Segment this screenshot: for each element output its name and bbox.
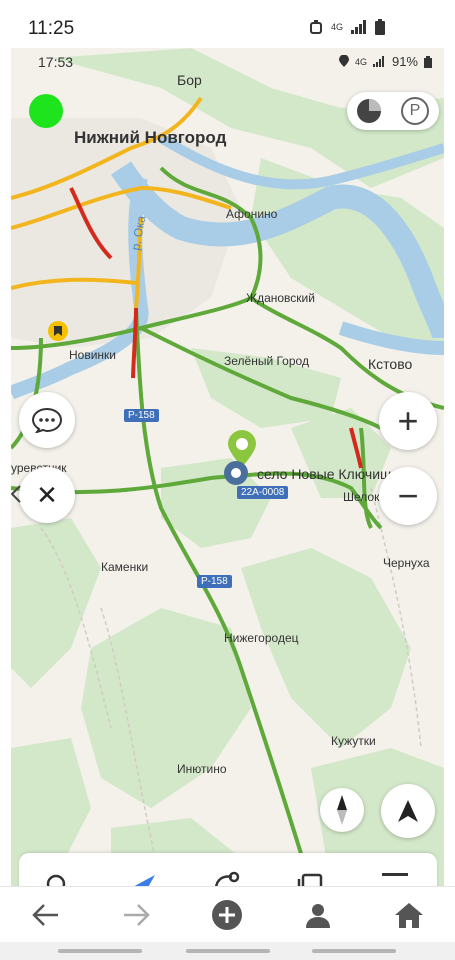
zoom-in-button[interactable]: + <box>379 392 437 450</box>
destination-pin-icon[interactable] <box>223 460 249 486</box>
close-route-button[interactable]: ✕ <box>19 467 75 523</box>
road-badge: Р-158 <box>197 575 232 588</box>
system-status-bar: 11:25 4G <box>0 0 455 50</box>
gesture-pill <box>186 949 270 953</box>
app-status-bar: 17:53 4G 91% <box>11 48 444 76</box>
gesture-pill <box>58 949 142 953</box>
city-label: Нижний Новгород <box>74 128 227 147</box>
minus-icon: − <box>397 475 419 516</box>
chat-button[interactable] <box>19 392 75 448</box>
app-battery-label: 91% <box>391 54 418 69</box>
place-label: Кужутки <box>331 734 376 748</box>
map-view[interactable]: Бор Нижний Новгород Афонино р. Ока Ждано… <box>11 48 444 886</box>
place-label: Афонино <box>226 207 278 221</box>
close-icon: ✕ <box>36 479 58 510</box>
gesture-pill <box>312 949 396 953</box>
layers-parking-control[interactable]: P <box>347 92 439 130</box>
app-status-time: 17:53 <box>38 54 74 70</box>
place-label: Ждановский <box>246 291 315 305</box>
place-label: Зелёный Город <box>224 354 309 368</box>
battery-icon <box>375 19 385 35</box>
place-label: Нижегородец <box>224 631 299 645</box>
app-status-icons: 4G 91% <box>338 54 432 69</box>
home-button[interactable] <box>389 895 429 935</box>
compass-button[interactable] <box>320 788 364 832</box>
arrow-left-icon <box>32 904 58 926</box>
arrow-right-icon <box>124 904 150 926</box>
plus-circle-icon <box>212 900 242 930</box>
place-label: Каменки <box>101 560 149 574</box>
app-battery-icon <box>424 55 432 68</box>
add-button[interactable] <box>207 895 247 935</box>
app-bottom-toolbar <box>19 853 437 889</box>
parking-button[interactable]: P <box>401 97 429 125</box>
system-nav-bar <box>0 886 455 942</box>
alarm-icon <box>309 20 322 34</box>
profile-button[interactable] <box>298 895 338 935</box>
menu-icon[interactable] <box>382 873 408 887</box>
person-icon <box>306 904 330 928</box>
app-signal-icon <box>372 56 384 67</box>
status-icons: 4G <box>309 19 385 35</box>
signal-icon <box>351 20 366 34</box>
compass-icon <box>337 795 347 825</box>
poi-marker-icon[interactable] <box>47 320 69 342</box>
zoom-out-button[interactable]: − <box>379 467 437 525</box>
gesture-bar <box>0 942 455 960</box>
forward-button[interactable] <box>116 895 156 935</box>
status-indicator[interactable] <box>29 94 63 128</box>
panel-collapse-icon[interactable] <box>11 485 21 503</box>
plus-icon: + <box>397 400 419 441</box>
layers-icon[interactable] <box>355 97 383 125</box>
place-label: Новинки <box>69 348 116 362</box>
place-label: Инютино <box>177 762 227 776</box>
road-badge: Р-158 <box>124 409 159 422</box>
road-badge: 22А-0008 <box>237 486 289 499</box>
network-label: 4G <box>330 22 343 32</box>
location-icon <box>338 55 349 67</box>
place-label: Кстово <box>368 356 413 372</box>
navigation-arrow-icon <box>398 800 418 822</box>
back-button[interactable] <box>26 895 66 935</box>
status-time: 11:25 <box>28 18 75 39</box>
locate-me-button[interactable] <box>381 784 435 838</box>
chat-bubble-icon <box>31 407 63 433</box>
destination-label: село Новые Ключищи <box>257 466 400 482</box>
screen: 11:25 4G Бор Нижний Новгород Афонино р. … <box>0 0 455 960</box>
home-icon <box>395 903 423 928</box>
place-label: Чернуха <box>383 556 430 570</box>
app-network-label: 4G <box>354 56 367 67</box>
